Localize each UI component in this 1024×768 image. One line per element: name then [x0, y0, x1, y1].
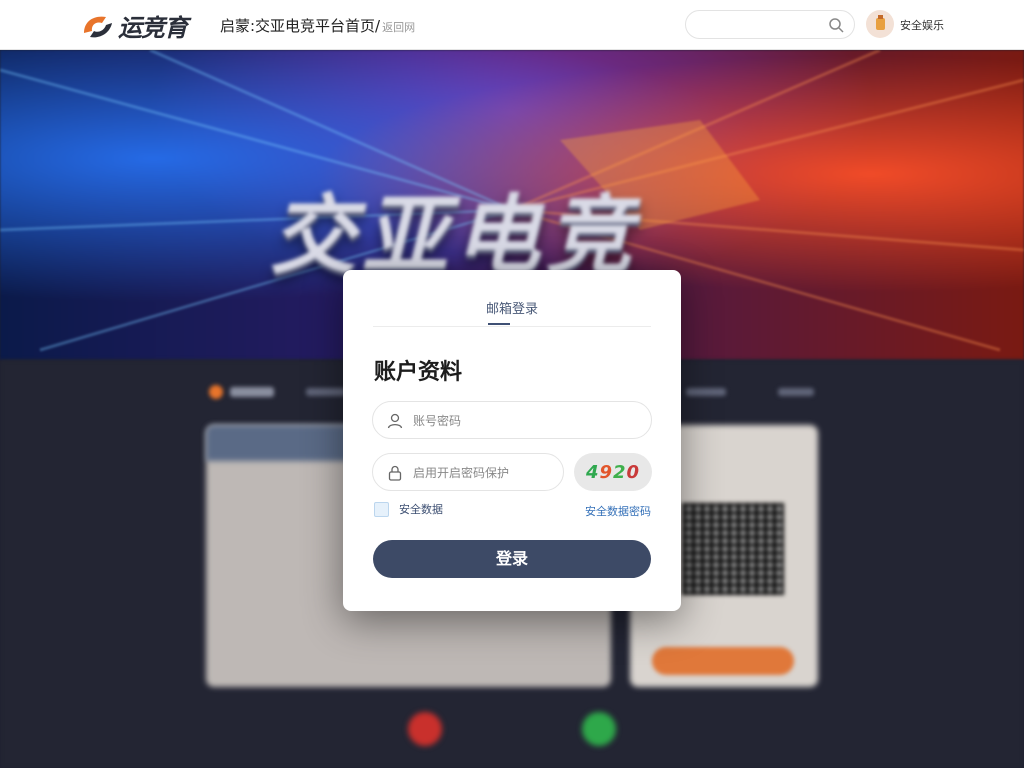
captcha-char: 2 — [613, 461, 627, 483]
remember-checkbox[interactable] — [374, 501, 389, 517]
breadcrumb-sub[interactable]: 返回网 — [382, 21, 415, 34]
login-modal: 邮箱登录 账户资料 4 9 2 0 安全数据 安全数据密码 登录 — [343, 270, 681, 611]
breadcrumb-text[interactable]: 启蒙:交亚电竞平台首页/ — [220, 17, 380, 35]
logo-text: 运竞育 — [118, 14, 188, 42]
tab-email-login[interactable]: 邮箱登录 — [343, 298, 681, 317]
modal-title: 账户资料 — [374, 360, 463, 385]
captcha-image[interactable]: 4 9 2 0 — [574, 453, 652, 491]
user-label[interactable]: 安全娱乐 — [900, 17, 944, 33]
captcha-char: 4 — [585, 461, 600, 483]
logo-icon — [84, 16, 112, 37]
password-input[interactable] — [413, 463, 553, 483]
modal-divider — [373, 326, 651, 327]
background-red-dot — [408, 712, 442, 746]
login-button[interactable]: 登录 — [373, 540, 651, 578]
search-icon[interactable] — [828, 17, 844, 33]
tab-underline — [488, 323, 510, 325]
breadcrumb: 启蒙:交亚电竞平台首页/返回网 — [220, 15, 415, 36]
user-icon — [387, 413, 403, 429]
avatar[interactable] — [866, 10, 894, 38]
background-orange-button — [652, 647, 794, 675]
account-field[interactable] — [372, 401, 652, 439]
background-qr-code — [682, 503, 784, 595]
lock-icon — [388, 465, 402, 481]
background-green-dot — [582, 712, 616, 746]
remember-label: 安全数据 — [399, 503, 443, 516]
account-input[interactable] — [413, 411, 633, 431]
captcha-char: 0 — [626, 461, 641, 483]
avatar-icon — [876, 15, 885, 30]
search-input[interactable] — [685, 10, 855, 39]
captcha-char: 9 — [599, 461, 613, 483]
top-header: 运竞育 启蒙:交亚电竞平台首页/返回网 安全娱乐 — [0, 0, 1024, 50]
remember-option[interactable]: 安全数据 — [374, 501, 443, 517]
password-field[interactable] — [372, 453, 564, 491]
site-logo[interactable]: 运竞育 — [80, 8, 188, 43]
forgot-password-link[interactable]: 安全数据密码 — [585, 503, 651, 519]
